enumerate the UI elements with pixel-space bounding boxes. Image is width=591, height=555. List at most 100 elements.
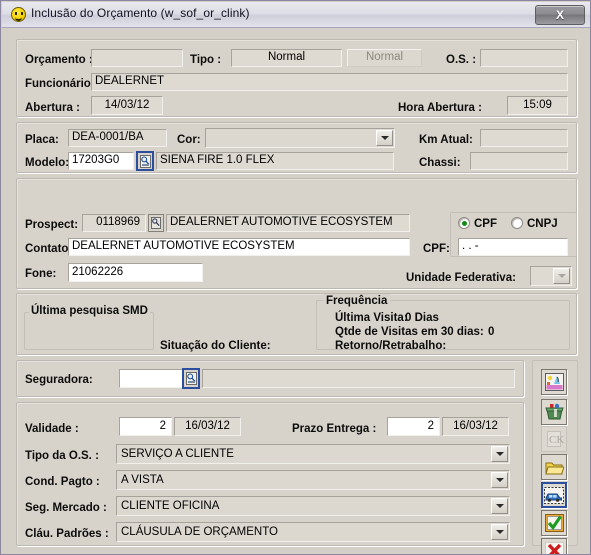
seg-mercado-label: Seg. Mercado : (25, 502, 107, 514)
cnpj-radio-label: CNPJ (527, 218, 558, 230)
chassi-field[interactable] (470, 152, 568, 170)
lookup-glyph (185, 372, 197, 385)
cancel-button[interactable] (541, 538, 567, 554)
close-button[interactable]: X (535, 5, 585, 25)
client-area: Orçamento : Tipo : Normal Normal O.S. : … (2, 28, 590, 554)
ck-text-icon: CK (546, 431, 564, 447)
prospect-label: Prospect: (25, 219, 79, 231)
seguradora-code-field[interactable] (119, 369, 185, 388)
prospect-lookup-icon[interactable] (148, 214, 164, 232)
lookup-glyph (139, 154, 151, 168)
archive-box-button[interactable] (541, 399, 567, 425)
tipo-label: Tipo : (190, 54, 222, 66)
cor-label: Cor: (177, 134, 201, 146)
modelo-code-field[interactable]: 17203G0 (68, 152, 134, 170)
km-atual-field[interactable] (480, 129, 568, 147)
title-bar: Inclusão do Orçamento (w_sof_or_clink) X (2, 2, 590, 28)
red-x-icon (544, 542, 564, 554)
green-check-icon (544, 514, 564, 532)
validade-date-field[interactable]: 16/03/12 (174, 417, 241, 436)
chevron-down-icon[interactable] (491, 524, 508, 540)
modelo-lookup-icon[interactable] (136, 151, 154, 171)
clau-padroes-value: CLÁUSULA DE ORÇAMENTO (121, 526, 278, 538)
cpf-radio[interactable] (458, 217, 470, 229)
cor-dropdown[interactable] (205, 128, 395, 148)
hora-abertura-label: Hora Abertura : (398, 102, 482, 114)
os-label: O.S. : (446, 54, 477, 66)
uf-label: Unidade Federativa: (406, 272, 516, 284)
orcamento-field[interactable] (91, 49, 183, 67)
confirm-button[interactable] (541, 510, 567, 536)
uf-dropdown[interactable] (530, 266, 572, 286)
funcionario-label: Funcionário : (25, 78, 98, 90)
orcamento-label: Orçamento : (25, 54, 93, 66)
yellow-folder-icon (544, 462, 564, 474)
prazo-entrega-days-field[interactable]: 2 (387, 417, 440, 436)
tipo-field[interactable]: Normal (231, 49, 342, 67)
tipo-os-dropdown[interactable]: SERVIÇO A CLIENTE (116, 444, 510, 464)
abertura-label: Abertura : (25, 102, 80, 114)
open-box-icon (544, 403, 564, 420)
cond-pagto-label: Cond. Pagto : (25, 476, 100, 488)
km-atual-label: Km Atual: (419, 134, 473, 146)
window-title: Inclusão do Orçamento (w_sof_or_clink) (31, 6, 250, 20)
qtde-visitas-value: 0 (488, 326, 495, 338)
os-field[interactable] (480, 49, 568, 67)
validade-label: Validade : (25, 423, 79, 435)
frequencia-title: Frequência (323, 294, 391, 308)
contato-label: Contato: (25, 243, 73, 255)
prospect-name-field: DEALERNET AUTOMOTIVE ECOSYSTEM (166, 214, 410, 232)
qtde-visitas-label: Qtde de Visitas em 30 dias: (335, 326, 484, 338)
clau-padroes-dropdown[interactable]: CLÁUSULA DE ORÇAMENTO (116, 522, 510, 542)
check-text-button: CK (541, 426, 567, 452)
situacao-cliente-label: Situação do Cliente: (160, 340, 271, 352)
chevron-down-icon[interactable] (376, 130, 393, 146)
seg-mercado-dropdown[interactable]: CLIENTE OFICINA (116, 496, 510, 516)
abertura-field[interactable]: 14/03/12 (91, 96, 163, 115)
prazo-entrega-label: Prazo Entrega : (292, 423, 377, 435)
car-marquee-icon (544, 486, 564, 504)
ultima-visita-label: Última Visita: (335, 312, 408, 324)
modelo-description-field: SIENA FIRE 1.0 FLEX (156, 152, 394, 170)
cpf-field-label: CPF: (423, 243, 450, 255)
tipo-secondary-field: Normal (347, 49, 422, 67)
tipo-os-value: SERVIÇO A CLIENTE (121, 448, 234, 460)
cond-pagto-dropdown[interactable]: A VISTA (116, 470, 510, 490)
chevron-down-icon[interactable] (491, 498, 508, 514)
fone-label: Fone: (25, 268, 57, 280)
smiley-face-icon (11, 7, 26, 22)
paint-palette-icon (544, 373, 564, 391)
ultima-pesquisa-label: Última pesquisa SMD (29, 304, 150, 318)
cpf-radio-label: CPF (474, 218, 497, 230)
fone-field[interactable]: 21062226 (68, 263, 203, 282)
retorno-label: Retorno/Retrabalho: (335, 340, 447, 352)
cond-pagto-value: A VISTA (121, 474, 164, 486)
chevron-down-icon[interactable] (553, 268, 570, 284)
cnpj-radio[interactable] (511, 217, 523, 229)
placa-label: Placa: (25, 134, 59, 146)
seg-mercado-value: CLIENTE OFICINA (121, 500, 220, 512)
validade-days-field[interactable]: 2 (119, 417, 172, 436)
open-folder-button[interactable] (541, 454, 567, 480)
placa-field[interactable]: DEA-0001/BA (68, 129, 167, 147)
ultima-visita-value: 0 Dias (405, 312, 439, 324)
tipo-os-label: Tipo da O.S. : (25, 450, 99, 462)
prospect-code-field[interactable]: 0118969 (82, 214, 146, 232)
vehicle-select-button[interactable] (541, 482, 567, 508)
chevron-down-icon[interactable] (491, 472, 508, 488)
chevron-down-icon[interactable] (491, 446, 508, 462)
hora-abertura-field[interactable]: 15:09 (507, 96, 568, 115)
funcionario-field[interactable]: DEALERNET (91, 73, 568, 91)
prazo-entrega-date-field[interactable]: 16/03/12 (442, 417, 509, 436)
contato-field[interactable]: DEALERNET AUTOMOTIVE ECOSYSTEM (68, 238, 410, 256)
image-paint-button[interactable] (541, 369, 567, 395)
lookup-glyph (151, 217, 161, 229)
svg-text:CK: CK (549, 434, 564, 446)
modelo-label: Modelo: (25, 157, 70, 169)
budget-entry-window: Inclusão do Orçamento (w_sof_or_clink) X… (0, 0, 591, 555)
seguradora-label: Seguradora: (25, 374, 93, 386)
chassi-label: Chassi: (419, 157, 461, 169)
seguradora-lookup-icon[interactable] (182, 368, 200, 389)
clau-padroes-label: Cláu. Padrões : (25, 528, 109, 540)
cpf-field[interactable]: . . - (458, 238, 568, 256)
